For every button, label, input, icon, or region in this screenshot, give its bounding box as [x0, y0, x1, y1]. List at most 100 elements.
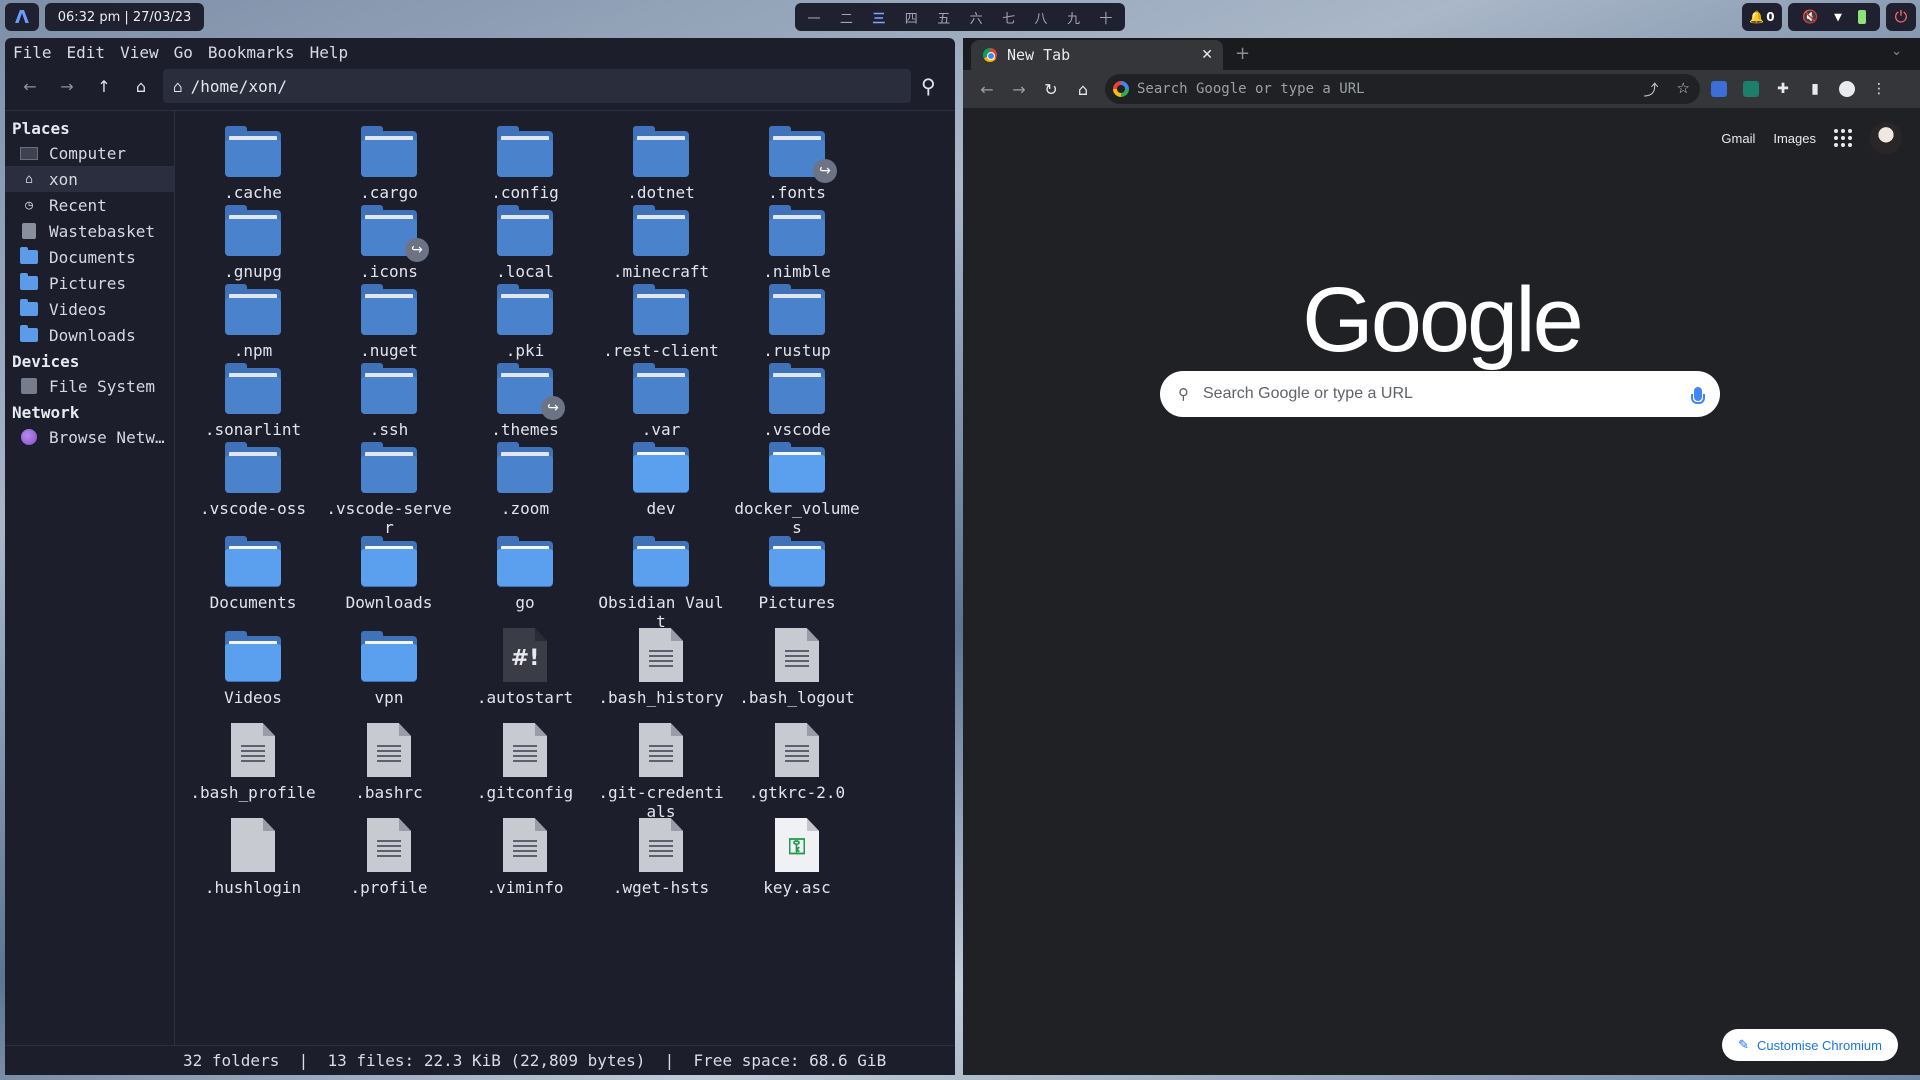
workspace-button[interactable]: 九 [1061, 6, 1087, 28]
tab-search-button[interactable]: ⌄ [1891, 44, 1902, 59]
extensions-button[interactable]: ✚ [1770, 76, 1796, 102]
file-item[interactable]: .var [593, 358, 729, 439]
file-item[interactable]: .zoom [457, 437, 593, 537]
google-apps-icon[interactable] [1834, 129, 1852, 147]
clock[interactable]: 06:32 pm | 27/03/23 [45, 3, 204, 31]
sidebar-item-file-system[interactable]: File System [5, 373, 174, 399]
chrome-menu-button[interactable]: ⋮ [1866, 76, 1892, 102]
workspace-button[interactable]: 八 [1028, 6, 1054, 28]
sidebar-item-downloads[interactable]: Downloads [5, 322, 174, 348]
profile-button[interactable] [1834, 76, 1860, 102]
workspace-button[interactable]: 一 [801, 6, 827, 28]
file-item[interactable]: ↪ .icons [321, 200, 457, 281]
file-item[interactable]: .wget-hsts [593, 816, 729, 897]
parent-folder-button[interactable]: ↑ [89, 71, 119, 101]
workspace-button[interactable]: 二 [833, 6, 859, 28]
account-avatar[interactable] [1870, 122, 1902, 154]
workspace-button[interactable]: 五 [931, 6, 957, 28]
file-item[interactable]: .vscode [729, 358, 865, 439]
menu-file[interactable]: File [13, 43, 52, 62]
file-item[interactable]: ⚿ key.asc [729, 816, 865, 897]
file-item[interactable]: .dotnet [593, 121, 729, 202]
file-item[interactable]: .viminfo [457, 816, 593, 897]
file-item[interactable]: .cargo [321, 121, 457, 202]
file-item[interactable]: #! .autostart [457, 626, 593, 707]
file-item[interactable]: .gnupg [185, 200, 321, 281]
location-bar[interactable]: ⌂ /home/xon/ [163, 69, 911, 103]
file-item[interactable]: dev [593, 437, 729, 537]
menu-go[interactable]: Go [174, 43, 193, 62]
back-button[interactable]: ← [15, 71, 45, 101]
side-panel-button[interactable]: ▮ [1802, 76, 1828, 102]
workspace-button[interactable]: 三 [866, 6, 892, 28]
file-item[interactable]: .local [457, 200, 593, 281]
menu-bookmarks[interactable]: Bookmarks [208, 43, 295, 62]
file-item[interactable]: Downloads [321, 531, 457, 631]
file-item[interactable]: Videos [185, 626, 321, 707]
sidebar-item-wastebasket[interactable]: Wastebasket [5, 218, 174, 244]
sidebar-item-xon[interactable]: ⌂ xon [5, 166, 174, 192]
file-item[interactable]: .git-credentials [593, 721, 729, 821]
file-item[interactable]: .npm [185, 279, 321, 360]
ntp-search-box[interactable]: ⚲ Search Google or type a URL [1160, 371, 1720, 417]
file-item[interactable]: vpn [321, 626, 457, 707]
file-item[interactable]: .profile [321, 816, 457, 897]
home-button[interactable]: ⌂ [126, 71, 156, 101]
volume-muted-icon[interactable]: 🔇 [1802, 10, 1818, 25]
forward-button[interactable]: → [1003, 74, 1035, 104]
close-tab-icon[interactable]: ✕ [1201, 47, 1213, 63]
address-bar[interactable]: Search Google or type a URL ⤴ ☆ [1105, 74, 1700, 104]
search-button[interactable]: ⚲ [921, 74, 936, 98]
file-item[interactable]: ↪ .fonts [729, 121, 865, 202]
customise-chromium-button[interactable]: ✎ Customise Chromium [1722, 1029, 1898, 1061]
home-button[interactable]: ⌂ [1067, 74, 1099, 104]
power-button[interactable]: ⏻ [1886, 3, 1916, 31]
file-item[interactable]: .vscode-oss [185, 437, 321, 537]
file-item[interactable]: .nuget [321, 279, 457, 360]
file-item[interactable]: .vscode-server [321, 437, 457, 537]
file-item[interactable]: .gtkrc-2.0 [729, 721, 865, 821]
file-item[interactable]: Pictures [729, 531, 865, 631]
sidebar-item-pictures[interactable]: Pictures [5, 270, 174, 296]
file-item[interactable]: .nimble [729, 200, 865, 281]
menu-edit[interactable]: Edit [67, 43, 106, 62]
extension-shield-button[interactable] [1706, 76, 1732, 102]
file-item[interactable]: .minecraft [593, 200, 729, 281]
menu-help[interactable]: Help [310, 43, 349, 62]
sidebar-item-browse-netw-[interactable]: Browse Netw… [5, 424, 174, 450]
workspace-button[interactable]: 七 [996, 6, 1022, 28]
menu-view[interactable]: View [120, 43, 159, 62]
gmail-link[interactable]: Gmail [1721, 131, 1755, 146]
file-item[interactable]: .bash_profile [185, 721, 321, 821]
tab-new-tab[interactable]: New Tab ✕ [971, 40, 1223, 70]
images-link[interactable]: Images [1773, 131, 1816, 146]
workspace-button[interactable]: 四 [898, 6, 924, 28]
file-item[interactable]: .rest-client [593, 279, 729, 360]
sidebar-item-documents[interactable]: Documents [5, 244, 174, 270]
file-item[interactable]: .bash_logout [729, 626, 865, 707]
file-item[interactable]: Documents [185, 531, 321, 631]
battery-icon[interactable] [1857, 10, 1866, 24]
app-launcher-button[interactable]: Λ [5, 3, 39, 31]
workspace-button[interactable]: 十 [1093, 6, 1119, 28]
wifi-icon[interactable]: ▼ [1834, 10, 1842, 25]
extension-s-button[interactable] [1738, 76, 1764, 102]
back-button[interactable]: ← [971, 74, 1003, 104]
file-item[interactable]: .gitconfig [457, 721, 593, 821]
workspace-button[interactable]: 六 [963, 6, 989, 28]
share-icon[interactable]: ⤴ [1644, 79, 1659, 100]
reload-button[interactable]: ↻ [1035, 74, 1067, 104]
forward-button[interactable]: → [52, 71, 82, 101]
file-item[interactable]: .hushlogin [185, 816, 321, 897]
file-item[interactable]: .sonarlint [185, 358, 321, 439]
file-item[interactable]: .pki [457, 279, 593, 360]
file-item[interactable]: .bash_history [593, 626, 729, 707]
file-item[interactable]: .config [457, 121, 593, 202]
file-item[interactable]: Obsidian Vault [593, 531, 729, 631]
file-item[interactable]: .bashrc [321, 721, 457, 821]
file-item[interactable]: .rustup [729, 279, 865, 360]
sidebar-item-videos[interactable]: Videos [5, 296, 174, 322]
file-item[interactable]: ↪ .themes [457, 358, 593, 439]
sidebar-item-computer[interactable]: Computer [5, 140, 174, 166]
sidebar-item-recent[interactable]: ◷ Recent [5, 192, 174, 218]
